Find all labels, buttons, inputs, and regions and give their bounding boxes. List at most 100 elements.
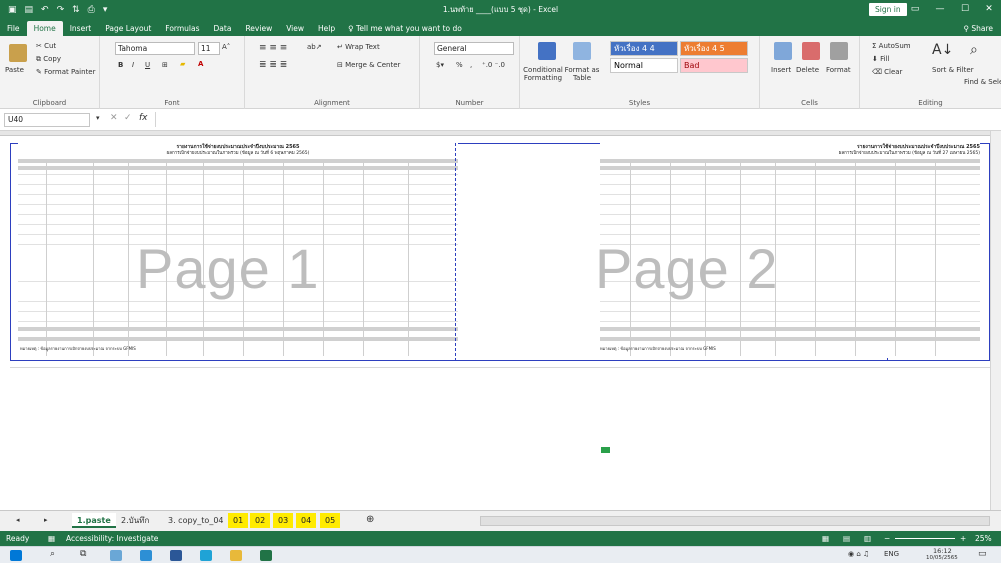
tab-data[interactable]: Data xyxy=(207,21,239,36)
comma-button[interactable]: , xyxy=(470,61,472,69)
minimize-button[interactable]: — xyxy=(928,0,952,19)
sheet-tab-paste[interactable]: 1.paste xyxy=(72,513,116,528)
scroll-tabs-left-icon[interactable]: ◂ xyxy=(16,516,20,524)
sheet-tab-04[interactable]: 04 xyxy=(296,513,317,528)
name-box[interactable]: U40 xyxy=(4,113,90,127)
grow-font-icon[interactable]: A˄ xyxy=(222,43,230,51)
sheet-tab-record[interactable]: 2.บันทึก xyxy=(116,513,154,528)
add-sheet-button[interactable]: ⊕ xyxy=(366,514,374,525)
widgets-icon[interactable] xyxy=(110,550,122,561)
format-button[interactable]: Format xyxy=(826,66,851,74)
sheet-tab-02[interactable]: 02 xyxy=(250,513,271,528)
normal-view-icon[interactable]: ▦ xyxy=(822,531,829,546)
windows-start-icon[interactable] xyxy=(10,550,22,561)
task-view-icon[interactable]: ⧉ xyxy=(80,549,86,559)
insert-cells-icon[interactable] xyxy=(774,42,792,60)
cell-style-normal[interactable]: Normal xyxy=(610,58,678,73)
font-color-icon[interactable]: A xyxy=(198,60,203,68)
find-select-button[interactable]: Find & Select xyxy=(964,78,1001,86)
autosum-button[interactable]: Σ AutoSum xyxy=(872,42,911,50)
sheet-tab-copy-to-04[interactable]: 3. copy_to_04 xyxy=(163,513,229,528)
restore-button[interactable]: ☐ xyxy=(953,0,977,19)
accessibility-status[interactable]: Accessibility: Investigate xyxy=(66,531,158,546)
sheet-tab-03[interactable]: 03 xyxy=(273,513,294,528)
cell-style-heading45[interactable]: หัวเรื่อง 4 5 xyxy=(680,41,748,56)
currency-icon[interactable]: $▾ xyxy=(436,61,444,69)
underline-button[interactable]: U xyxy=(145,61,150,69)
font-name-select[interactable]: Tahoma xyxy=(115,42,195,55)
sign-in-button[interactable]: Sign in xyxy=(869,3,907,16)
close-button[interactable]: ✕ xyxy=(977,0,1001,19)
formula-input[interactable] xyxy=(155,112,991,127)
copy-button[interactable]: ⧉ Copy xyxy=(36,55,61,64)
clock-time[interactable]: 16:12 xyxy=(933,547,952,555)
name-box-dropdown-icon[interactable]: ▾ xyxy=(96,114,100,122)
horizontal-scrollbar[interactable] xyxy=(480,516,990,526)
edge-icon[interactable] xyxy=(140,550,152,561)
percent-button[interactable]: % xyxy=(456,61,463,69)
italic-button[interactable]: I xyxy=(132,61,134,69)
format-as-table-button[interactable]: Format as Table xyxy=(562,66,602,82)
ribbon-display-icon[interactable]: ▭ xyxy=(903,0,927,19)
conditional-formatting-button[interactable]: Conditional Formatting xyxy=(523,66,563,82)
tab-formulas[interactable]: Formulas xyxy=(158,21,206,36)
vertical-scrollbar[interactable] xyxy=(990,131,1001,510)
sort-filter-icon[interactable]: A↓ xyxy=(932,42,953,58)
borders-icon[interactable]: ⊞ xyxy=(162,61,168,69)
outlook-icon[interactable] xyxy=(170,550,182,561)
notification-icon[interactable]: ▭ xyxy=(978,549,987,559)
clock-date[interactable]: 10/05/2565 xyxy=(926,555,958,561)
sheet-tab-05[interactable]: 05 xyxy=(320,513,341,528)
paste-options-icon[interactable] xyxy=(601,447,610,453)
format-as-table-icon[interactable] xyxy=(573,42,591,60)
worksheet[interactable]: รายงานการใช้จ่ายงบประมาณประจำปีงบประมาณ … xyxy=(0,131,1001,510)
bold-button[interactable]: B xyxy=(118,61,123,69)
fill-color-icon[interactable]: ▰ xyxy=(180,60,185,68)
find-icon[interactable]: ⌕ xyxy=(970,42,978,58)
sort-filter-button[interactable]: Sort & Filter xyxy=(932,66,974,74)
tell-me-search[interactable]: ♀ Tell me what you want to do xyxy=(348,21,462,36)
delete-button[interactable]: Delete xyxy=(796,66,819,74)
tab-view[interactable]: View xyxy=(279,21,311,36)
fill-button[interactable]: ⬇ Fill xyxy=(872,55,889,63)
tab-review[interactable]: Review xyxy=(238,21,279,36)
decimal-icon[interactable]: ⁺.0 ⁻.0 xyxy=(482,61,505,69)
tab-insert[interactable]: Insert xyxy=(63,21,99,36)
cell-style-heading44[interactable]: หัวเรื่อง 4 4 xyxy=(610,41,678,56)
sheet-tab-01[interactable]: 01 xyxy=(228,513,249,528)
store-icon[interactable] xyxy=(200,550,212,561)
conditional-formatting-icon[interactable] xyxy=(538,42,556,60)
cell-style-bad[interactable]: Bad xyxy=(680,58,748,73)
tab-page-layout[interactable]: Page Layout xyxy=(98,21,158,36)
system-tray-icons[interactable]: ◉ ⌂ ♫ xyxy=(848,550,869,558)
format-painter-button[interactable]: ✎ Format Painter xyxy=(36,68,96,76)
orientation-icon[interactable]: ab↗ xyxy=(307,43,322,51)
merge-center-button[interactable]: ⊟ Merge & Center xyxy=(337,61,400,69)
tab-home[interactable]: Home xyxy=(26,21,63,36)
enter-icon[interactable]: ✓ xyxy=(124,113,132,123)
zoom-slider[interactable] xyxy=(895,538,955,539)
zoom-out-icon[interactable]: − xyxy=(884,531,890,546)
page-break-view-icon[interactable]: ▥ xyxy=(864,531,871,546)
cut-button[interactable]: ✂ Cut xyxy=(36,42,56,50)
paste-button[interactable]: Paste xyxy=(5,66,24,74)
macro-icon[interactable]: ▦ xyxy=(48,531,55,546)
clear-button[interactable]: ⌫ Clear xyxy=(872,68,902,76)
insert-button[interactable]: Insert xyxy=(771,66,791,74)
top-align-icon[interactable]: ≡ ≡ ≡ xyxy=(259,43,287,53)
page-layout-view-icon[interactable]: ▤ xyxy=(843,531,850,546)
wrap-text-button[interactable]: ↵ Wrap Text xyxy=(337,43,380,51)
language-indicator[interactable]: ENG xyxy=(884,550,899,558)
zoom-level[interactable]: 25% xyxy=(975,531,992,546)
scroll-tabs-right-icon[interactable]: ▸ xyxy=(44,516,48,524)
cancel-icon[interactable]: ✕ xyxy=(110,113,118,123)
search-icon[interactable]: ⌕ xyxy=(50,549,55,559)
delete-cells-icon[interactable] xyxy=(802,42,820,60)
file-explorer-icon[interactable] xyxy=(230,550,242,561)
tab-help[interactable]: Help xyxy=(311,21,342,36)
tab-file[interactable]: File xyxy=(0,21,27,36)
paste-icon[interactable] xyxy=(9,44,27,62)
insert-function-button[interactable]: fx xyxy=(139,113,148,123)
excel-taskbar-icon[interactable] xyxy=(260,550,272,561)
number-format-select[interactable]: General xyxy=(434,42,514,55)
